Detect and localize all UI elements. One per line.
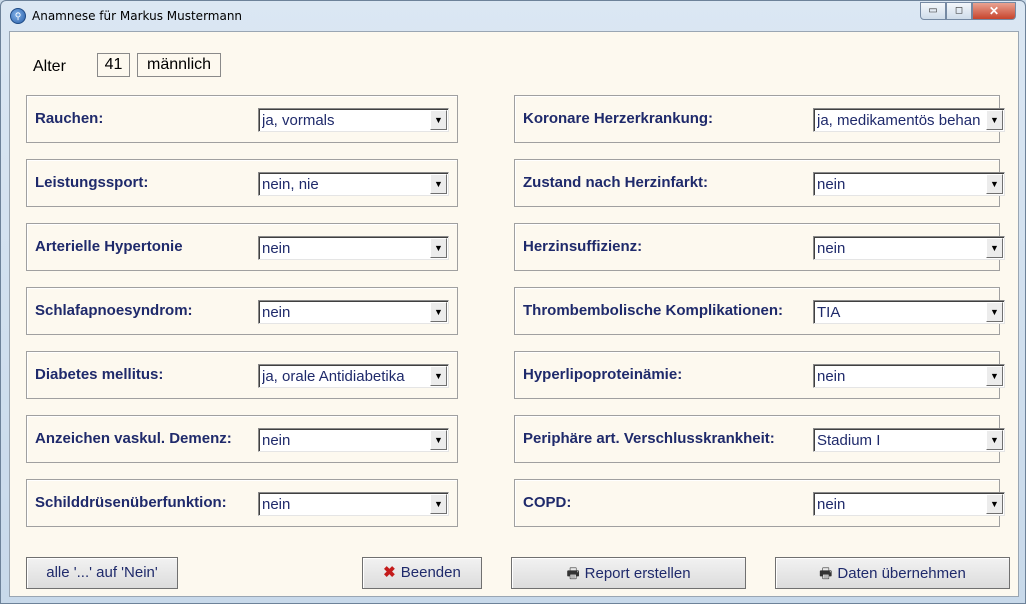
- dropdown-arrow-icon[interactable]: ▼: [430, 366, 447, 386]
- group-leistungssport: Leistungssport: nein, nie ▼: [26, 159, 458, 207]
- pavk-value: Stadium I: [817, 432, 881, 449]
- diabetes-select[interactable]: ja, orale Antidiabetika ▼: [258, 364, 449, 388]
- group-copd: COPD: nein ▼: [514, 479, 1005, 527]
- app-icon: ⚲: [10, 8, 26, 24]
- dropdown-arrow-icon[interactable]: ▼: [986, 302, 1003, 322]
- diabetes-value: ja, orale Antidiabetika: [262, 368, 405, 385]
- dropdown-arrow-icon[interactable]: ▼: [430, 302, 447, 322]
- dropdown-arrow-icon[interactable]: ▼: [430, 238, 447, 258]
- group-herzinsuffizienz: Herzinsuffizienz: nein ▼: [514, 223, 1005, 271]
- form-area: Alter 41 männlich Rauchen: ja, vormals ▼…: [9, 31, 1019, 597]
- group-demenz: Anzeichen vaskul. Demenz: nein ▼: [26, 415, 458, 463]
- printer-icon: 🖶: [819, 565, 833, 581]
- group-rauchen: Rauchen: ja, vormals ▼: [26, 95, 458, 143]
- hyperlipo-value: nein: [817, 368, 846, 385]
- group-schlafapnoe: Schlafapnoesyndrom: nein ▼: [26, 287, 458, 335]
- thrombembolie-label: Thrombembolische Komplikationen:: [523, 302, 784, 319]
- herzinsuffizienz-value: nein: [817, 240, 846, 257]
- copd-select[interactable]: nein ▼: [813, 492, 1005, 516]
- leistungssport-select[interactable]: nein, nie ▼: [258, 172, 449, 196]
- leistungssport-value: nein, nie: [262, 176, 319, 193]
- all-no-label: alle '...' auf 'Nein': [46, 564, 158, 581]
- pavk-select[interactable]: Stadium I ▼: [813, 428, 1005, 452]
- group-thrombembolie: Thrombembolische Komplikationen: TIA ▼: [514, 287, 1005, 335]
- hypertonie-label: Arterielle Hypertonie: [35, 238, 183, 255]
- schilddruese-select[interactable]: nein ▼: [258, 492, 449, 516]
- diabetes-label: Diabetes mellitus:: [35, 366, 164, 383]
- group-khk: Koronare Herzerkrankung: ja, medikamentö…: [514, 95, 1005, 143]
- maximize-button[interactable]: ◻: [946, 2, 972, 20]
- report-label: Report erstellen: [584, 565, 691, 582]
- copd-value: nein: [817, 496, 846, 513]
- dropdown-arrow-icon[interactable]: ▼: [986, 238, 1003, 258]
- hypertonie-value: nein: [262, 240, 291, 257]
- khk-select[interactable]: ja, medikamentös behan ▼: [813, 108, 1005, 132]
- herzinfarkt-label: Zustand nach Herzinfarkt:: [523, 174, 709, 191]
- dropdown-arrow-icon[interactable]: ▼: [986, 366, 1003, 386]
- group-herzinfarkt: Zustand nach Herzinfarkt: nein ▼: [514, 159, 1005, 207]
- hyperlipo-label: Hyperlipoproteinämie:: [523, 366, 683, 383]
- thrombembolie-value: TIA: [817, 304, 841, 321]
- title-bar[interactable]: ⚲ Anamnese für Markus Mustermann ▭ ◻ ✕: [1, 1, 1025, 31]
- thrombembolie-select[interactable]: TIA ▼: [813, 300, 1005, 324]
- schlafapnoe-label: Schlafapnoesyndrom:: [35, 302, 193, 319]
- end-button[interactable]: ✖ Beenden: [362, 557, 482, 589]
- group-pavk: Periphäre art. Verschlusskrankheit: Stad…: [514, 415, 1005, 463]
- printer-icon: 🖶: [566, 565, 580, 581]
- dropdown-arrow-icon[interactable]: ▼: [430, 110, 447, 130]
- dropdown-arrow-icon[interactable]: ▼: [986, 430, 1003, 450]
- group-diabetes: Diabetes mellitus: ja, orale Antidiabeti…: [26, 351, 458, 399]
- dropdown-arrow-icon[interactable]: ▼: [986, 494, 1003, 514]
- all-no-button[interactable]: alle '...' auf 'Nein': [26, 557, 178, 589]
- rauchen-select[interactable]: ja, vormals ▼: [258, 108, 449, 132]
- copd-label: COPD:: [523, 494, 572, 511]
- schlafapnoe-value: nein: [262, 304, 291, 321]
- alter-label: Alter: [33, 58, 66, 75]
- minimize-button[interactable]: ▭: [920, 2, 946, 20]
- dropdown-arrow-icon[interactable]: ▼: [986, 110, 1003, 130]
- hypertonie-select[interactable]: nein ▼: [258, 236, 449, 260]
- dropdown-arrow-icon[interactable]: ▼: [430, 174, 447, 194]
- pavk-label: Periphäre art. Verschlusskrankheit:: [523, 430, 775, 447]
- schlafapnoe-select[interactable]: nein ▼: [258, 300, 449, 324]
- dropdown-arrow-icon[interactable]: ▼: [430, 494, 447, 514]
- herzinsuffizienz-select[interactable]: nein ▼: [813, 236, 1005, 260]
- group-hyperlipo: Hyperlipoproteinämie: nein ▼: [514, 351, 1005, 399]
- hyperlipo-select[interactable]: nein ▼: [813, 364, 1005, 388]
- window-controls: ▭ ◻ ✕: [920, 2, 1016, 20]
- dropdown-arrow-icon[interactable]: ▼: [430, 430, 447, 450]
- close-button[interactable]: ✕: [972, 2, 1016, 20]
- herzinsuffizienz-label: Herzinsuffizienz:: [523, 238, 643, 255]
- schilddruese-label: Schilddrüsenüberfunktion:: [35, 494, 227, 511]
- sex-field: männlich: [137, 53, 221, 77]
- dropdown-arrow-icon[interactable]: ▼: [986, 174, 1003, 194]
- apply-button[interactable]: 🖶 Daten übernehmen: [775, 557, 1010, 589]
- app-window: ⚲ Anamnese für Markus Mustermann ▭ ◻ ✕ A…: [0, 0, 1026, 604]
- khk-value: ja, medikamentös behan: [817, 112, 981, 129]
- apply-label: Daten übernehmen: [837, 565, 966, 582]
- end-label: Beenden: [400, 564, 461, 581]
- window-title: Anamnese für Markus Mustermann: [32, 9, 243, 23]
- group-hypertonie: Arterielle Hypertonie nein ▼: [26, 223, 458, 271]
- close-x-icon: ✖: [383, 564, 396, 581]
- herzinfarkt-value: nein: [817, 176, 846, 193]
- rauchen-value: ja, vormals: [262, 112, 335, 129]
- demenz-label: Anzeichen vaskul. Demenz:: [35, 430, 232, 447]
- report-button[interactable]: 🖶 Report erstellen: [511, 557, 746, 589]
- demenz-select[interactable]: nein ▼: [258, 428, 449, 452]
- schilddruese-value: nein: [262, 496, 291, 513]
- group-schilddruese: Schilddrüsenüberfunktion: nein ▼: [26, 479, 458, 527]
- demenz-value: nein: [262, 432, 291, 449]
- age-field: 41: [97, 53, 130, 77]
- leistungssport-label: Leistungssport:: [35, 174, 149, 191]
- rauchen-label: Rauchen:: [35, 110, 104, 127]
- khk-label: Koronare Herzerkrankung:: [523, 110, 714, 127]
- herzinfarkt-select[interactable]: nein ▼: [813, 172, 1005, 196]
